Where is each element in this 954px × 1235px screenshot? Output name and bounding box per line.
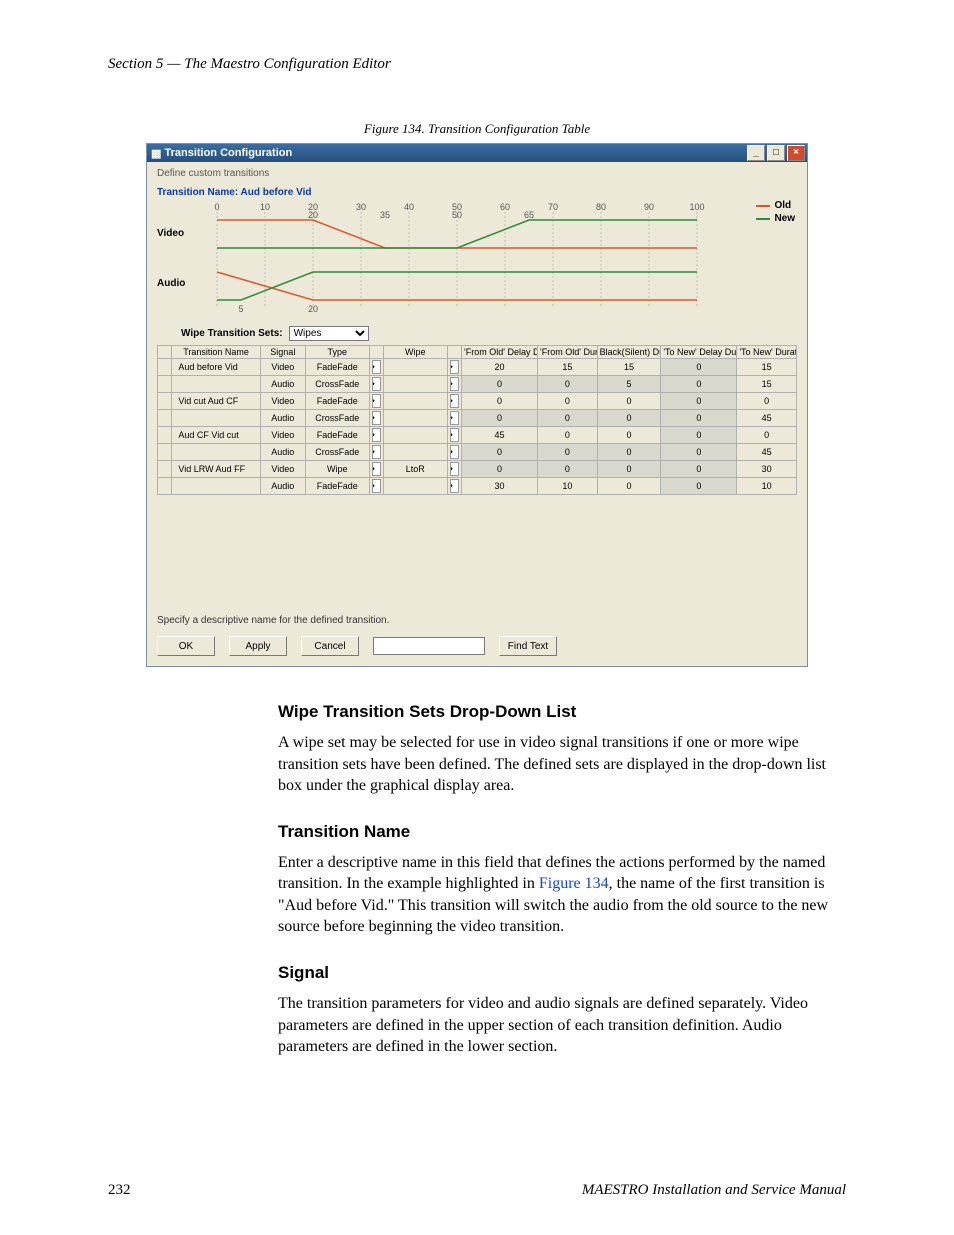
svg-text:60: 60 (500, 202, 510, 212)
legend-new-label: New (774, 213, 795, 224)
column-header: 'From Old' Delay Duration (462, 346, 538, 359)
audio-axis-label: Audio (157, 278, 185, 289)
svg-text:35: 35 (380, 210, 390, 220)
column-header: Wipe (383, 346, 447, 359)
cell-select[interactable]: ▾ (372, 411, 381, 425)
svg-text:30: 30 (356, 202, 366, 212)
column-header: Black(Silent) Duration (597, 346, 661, 359)
cell-select[interactable]: ▾ (450, 462, 459, 476)
minimize-icon[interactable]: _ (747, 145, 765, 161)
para-wipe-sets: A wipe set may be selected for use in vi… (278, 732, 846, 797)
svg-text:40: 40 (404, 202, 414, 212)
cell-select[interactable]: ▾ (372, 428, 381, 442)
transition-chart: 0102030405060708090100 20355065520 Video… (157, 200, 797, 320)
cell-select[interactable]: ▾ (450, 377, 459, 391)
column-header: 'To New' Duration (737, 346, 797, 359)
svg-text:65: 65 (524, 210, 534, 220)
column-header: Transition Name (172, 346, 260, 359)
cell-select[interactable]: ▾ (450, 360, 459, 374)
cell-select[interactable]: ▾ (372, 462, 381, 476)
video-axis-label: Video (157, 228, 184, 239)
transition-table: Transition NameSignalType Wipe 'From Old' … (157, 345, 797, 495)
svg-text:0: 0 (214, 202, 219, 212)
cell-select[interactable]: ▾ (450, 479, 459, 493)
table-row[interactable]: AudioCrossFade▾▾000045 (158, 410, 797, 427)
cell-select[interactable]: ▾ (450, 428, 459, 442)
svg-text:20: 20 (308, 210, 318, 220)
legend-new-swatch (756, 218, 770, 220)
svg-text:50: 50 (452, 210, 462, 220)
window-titlebar[interactable]: ▦ Transition Configuration _ □ × (147, 144, 807, 162)
status-text: Specify a descriptive name for the defin… (157, 615, 797, 626)
legend-old-label: Old (774, 200, 791, 211)
svg-text:10: 10 (260, 202, 270, 212)
column-header (158, 346, 172, 359)
svg-text:90: 90 (644, 202, 654, 212)
cell-select[interactable]: ▾ (372, 394, 381, 408)
heading-signal: Signal (278, 962, 846, 985)
apply-button[interactable]: Apply (229, 636, 287, 656)
cell-select[interactable]: ▾ (372, 360, 381, 374)
svg-text:70: 70 (548, 202, 558, 212)
column-header (447, 346, 461, 359)
cell-select[interactable]: ▾ (450, 411, 459, 425)
column-header: 'From Old' Duration (538, 346, 598, 359)
svg-text:100: 100 (689, 202, 704, 212)
cell-select[interactable]: ▾ (450, 394, 459, 408)
wipe-sets-label: Wipe Transition Sets: (181, 328, 283, 339)
legend-old-swatch (756, 205, 770, 207)
table-row[interactable]: Aud CF Vid cutVideoFadeFade▾▾450000 (158, 427, 797, 444)
table-row[interactable]: AudioCrossFade▾▾000045 (158, 444, 797, 461)
column-header (369, 346, 383, 359)
cell-select[interactable]: ▾ (372, 445, 381, 459)
table-row[interactable]: Vid cut Aud CFVideoFadeFade▾▾00000 (158, 393, 797, 410)
running-header: Section 5 — The Maestro Configuration Ed… (108, 56, 846, 73)
find-text-input[interactable] (373, 637, 485, 655)
cell-select[interactable]: ▾ (450, 445, 459, 459)
table-row[interactable]: AudioCrossFade▾▾005015 (158, 376, 797, 393)
heading-transition-name: Transition Name (278, 821, 846, 844)
para-transition-name: Enter a descriptive name in this field t… (278, 852, 846, 938)
table-row[interactable]: Vid LRW Aud FFVideoWipe▾LtoR▾000030 (158, 461, 797, 478)
hint-text: Define custom transitions (157, 168, 797, 179)
table-row[interactable]: Aud before VidVideoFadeFade▾▾201515015 (158, 359, 797, 376)
wipe-sets-select[interactable]: Wipes (289, 326, 369, 341)
find-text-button[interactable]: Find Text (499, 636, 557, 656)
maximize-icon[interactable]: □ (767, 145, 785, 161)
heading-wipe-sets: Wipe Transition Sets Drop-Down List (278, 701, 846, 724)
manual-title: MAESTRO Installation and Service Manual (582, 1182, 846, 1199)
transition-name-label: Transition Name: Aud before Vid (157, 187, 797, 198)
svg-text:80: 80 (596, 202, 606, 212)
figure-134-link[interactable]: Figure 134 (539, 875, 609, 892)
svg-text:5: 5 (238, 304, 243, 314)
cancel-button[interactable]: Cancel (301, 636, 359, 656)
chart-legend: Old New (756, 200, 795, 226)
page-number: 232 (108, 1182, 131, 1199)
cell-select[interactable]: ▾ (372, 479, 381, 493)
close-icon[interactable]: × (787, 145, 805, 161)
column-header: Type (305, 346, 369, 359)
column-header: 'To New' Delay Duration (661, 346, 737, 359)
cell-select[interactable]: ▾ (372, 377, 381, 391)
transition-config-window: ▦ Transition Configuration _ □ × Define … (146, 143, 808, 667)
svg-text:20: 20 (308, 304, 318, 314)
column-header: Signal (260, 346, 305, 359)
table-row[interactable]: AudioFadeFade▾▾30100010 (158, 478, 797, 495)
app-icon: ▦ (151, 147, 161, 160)
para-signal: The transition parameters for video and … (278, 993, 846, 1058)
figure-caption: Figure 134. Transition Configuration Tab… (108, 121, 846, 137)
window-title: Transition Configuration (164, 147, 292, 159)
ok-button[interactable]: OK (157, 636, 215, 656)
